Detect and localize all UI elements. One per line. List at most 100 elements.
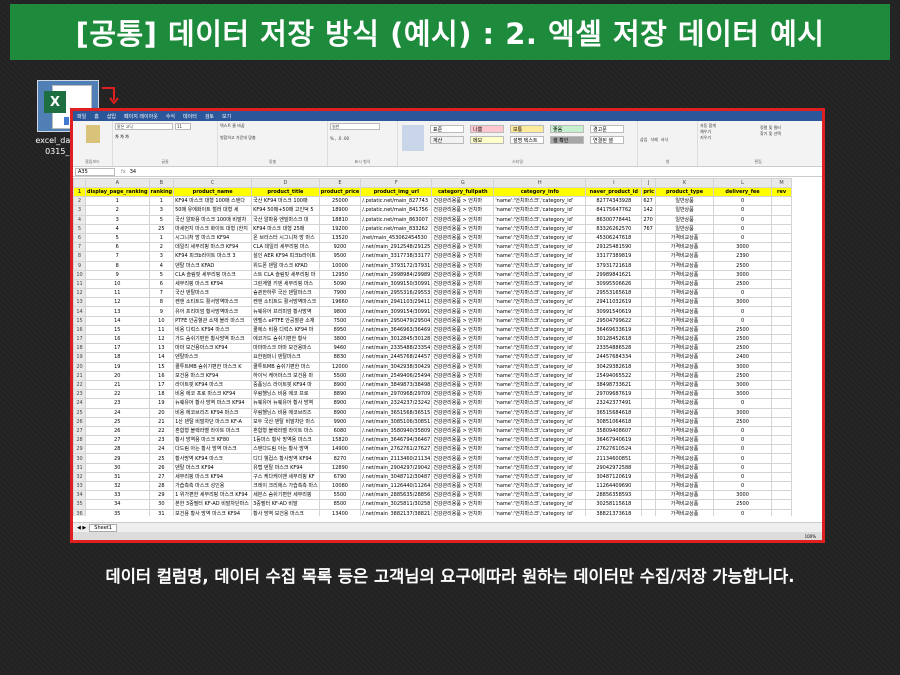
table-cell[interactable]: 건강관리용품 > 언치마	[431, 333, 495, 345]
table-cell[interactable]	[771, 407, 793, 418]
table-cell[interactable]	[771, 398, 793, 409]
table-cell[interactable]	[771, 223, 793, 234]
table-cell[interactable]: 37931721618	[585, 260, 643, 271]
table-cell[interactable]: 황사방역 KF94 마스크	[173, 453, 253, 464]
table-cell[interactable]: 19	[148, 398, 175, 409]
row-header[interactable]: 9	[73, 260, 86, 271]
table-cell[interactable]: 3중필터 KF-AD 비말	[251, 499, 320, 510]
table-cell[interactable]: 3000	[713, 269, 773, 280]
table-cell[interactable]: 스탠다드림 아는 황사 방역	[251, 444, 320, 455]
table-cell[interactable]: 'name':'언치마스크','category_id'	[493, 407, 587, 418]
table-cell[interactable]: 7900	[318, 288, 362, 299]
table-cell[interactable]: 가격비교상품	[655, 315, 715, 326]
table-cell[interactable]: 덴탈 마스크 KFAD	[173, 260, 253, 271]
table-cell[interactable]: 10	[85, 278, 150, 290]
table-cell[interactable]: 3	[148, 251, 175, 262]
select-all-corner[interactable]	[73, 178, 86, 188]
table-cell[interactable]: 세븐스 숨쉬기편한 세부리핑	[251, 490, 320, 501]
table-cell[interactable]	[641, 435, 657, 446]
table-cell[interactable]: /.net/main_3048712/30487	[360, 471, 433, 483]
table-cell[interactable]: /.net/main_3651568/36515	[360, 407, 433, 418]
row-header[interactable]: 33	[73, 480, 86, 492]
table-cell[interactable]: 건강관리용품 > 언치마	[431, 462, 495, 473]
table-cell[interactable]: 가격비교상품	[655, 471, 715, 483]
row-header[interactable]: 17	[73, 333, 86, 345]
table-cell[interactable]: 'name':'언치마스크','category_id'	[493, 278, 587, 290]
table-cell[interactable]: 가습측측 마스크 성인용	[173, 480, 253, 492]
table-cell[interactable]: /.net/main_3793172/37931	[360, 260, 433, 271]
table-cell[interactable]: 'name':'언치마스크','category_id'	[493, 333, 587, 345]
table-cell[interactable]: 건강관리용품 > 언치마	[431, 315, 495, 326]
row-header[interactable]: 8	[73, 251, 86, 262]
table-cell[interactable]: 11	[148, 324, 175, 336]
table-cell[interactable]: 건강관리용품 > 언치마	[431, 453, 495, 464]
table-cell[interactable]: 29125481590	[585, 242, 643, 253]
row-header[interactable]: 18	[73, 343, 86, 354]
table-cell[interactable]: 3000	[713, 242, 773, 253]
table-cell[interactable]: 5090	[318, 278, 362, 290]
table-cell[interactable]: 9	[85, 269, 150, 280]
table-cell[interactable]: /.net/main_3042938/30429	[360, 361, 433, 372]
table-cell[interactable]: 건강관리용품 > 언치마	[431, 214, 495, 225]
table-cell[interactable]: 30991540619	[585, 306, 643, 317]
table-cell[interactable]: 7	[85, 251, 150, 262]
table-cell[interactable]: /.net/main_2762761/27627	[360, 444, 433, 455]
table-cell[interactable]: 3000	[713, 389, 773, 400]
table-cell[interactable]: 건강관리용품 > 언치마	[431, 480, 495, 492]
table-cell[interactable]	[641, 499, 657, 510]
table-cell[interactable]: 유랩 덴탈 마스크 KF94	[251, 462, 320, 473]
table-cell[interactable]	[771, 471, 793, 483]
table-cell[interactable]: 가격비교상품	[655, 352, 715, 363]
table-cell[interactable]: 23242377491	[585, 398, 643, 409]
table-cell[interactable]: 45306247618	[585, 232, 643, 244]
table-cell[interactable]	[641, 288, 657, 299]
table-cell[interactable]: 18	[85, 352, 150, 363]
table-cell[interactable]	[641, 389, 657, 400]
cell-style[interactable]: 좋음	[550, 125, 584, 133]
table-cell[interactable]: 우림헬닝스 비용 에코브리즈	[251, 407, 320, 418]
table-cell[interactable]	[771, 416, 793, 427]
table-cell[interactable]	[641, 370, 657, 381]
table-cell[interactable]: 27627610524	[585, 444, 643, 455]
column-header[interactable]: C	[173, 178, 253, 188]
table-cell[interactable]: 2390	[713, 251, 773, 262]
table-cell[interactable]: 7	[148, 288, 175, 299]
table-cell[interactable]: 35	[85, 508, 150, 516]
table-cell[interactable]: /.net/main_3882137/38821	[360, 508, 433, 516]
table-cell[interactable]: 23	[85, 398, 150, 409]
ribbon-tab[interactable]: 홈	[94, 113, 99, 120]
table-cell[interactable]: 29	[148, 490, 175, 501]
table-cell[interactable]: 쿨에스 비용 디럭스 KF94 마	[251, 324, 320, 336]
table-cell[interactable]: 건강관리용품 > 언치마	[431, 508, 495, 516]
table-cell[interactable]: 라이트핏 KF94 마스크	[173, 379, 253, 391]
table-cell[interactable]: 19	[85, 361, 150, 372]
table-cell[interactable]	[771, 333, 793, 345]
table-cell[interactable]	[641, 407, 657, 418]
table-cell[interactable]	[641, 251, 657, 262]
row-header[interactable]: 20	[73, 361, 86, 372]
table-cell[interactable]: 50매 유에화이트 철러 대형 세	[173, 205, 253, 216]
table-cell[interactable]: 30258115618	[585, 499, 643, 510]
table-cell[interactable]: 건강관리용품 > 언치마	[431, 435, 495, 446]
table-cell[interactable]: 13	[85, 306, 150, 317]
table-cell[interactable]: 국산 알파용 엔빌마스크 대	[251, 214, 320, 225]
table-cell[interactable]: 비용 에코 프로 마스크 KF94	[173, 389, 253, 400]
ribbon-tab[interactable]: 검토	[205, 113, 214, 120]
ribbon-tab[interactable]: 파일	[77, 113, 86, 120]
table-cell[interactable]: 24	[85, 407, 150, 418]
column-header[interactable]: H	[493, 178, 587, 188]
table-cell[interactable]: 황사 방역 보건용 마스크	[251, 508, 320, 516]
table-cell[interactable]	[641, 343, 657, 354]
insert-cell-button[interactable]: 삽입	[640, 137, 647, 143]
table-cell[interactable]: /.net/main_2970968/29709	[360, 389, 433, 400]
table-cell[interactable]: 'name':'언치마스크','category_id'	[493, 462, 587, 473]
table-cell[interactable]: 0	[713, 508, 773, 516]
table-cell[interactable]: 쿨투트MB 숨쉬기편한 마스	[251, 361, 320, 372]
table-cell[interactable]: 11	[85, 288, 150, 299]
table-cell[interactable]: PTFE 안공혈관 소재 블라 마스크	[173, 315, 253, 326]
table-cell[interactable]: 0	[713, 288, 773, 299]
row-header[interactable]: 19	[73, 352, 86, 363]
table-cell[interactable]: 뉴웨유어 프리미엄 황사방역	[251, 306, 320, 317]
table-cell[interactable]: 31	[85, 471, 150, 483]
table-cell[interactable]: 2500	[713, 333, 773, 345]
